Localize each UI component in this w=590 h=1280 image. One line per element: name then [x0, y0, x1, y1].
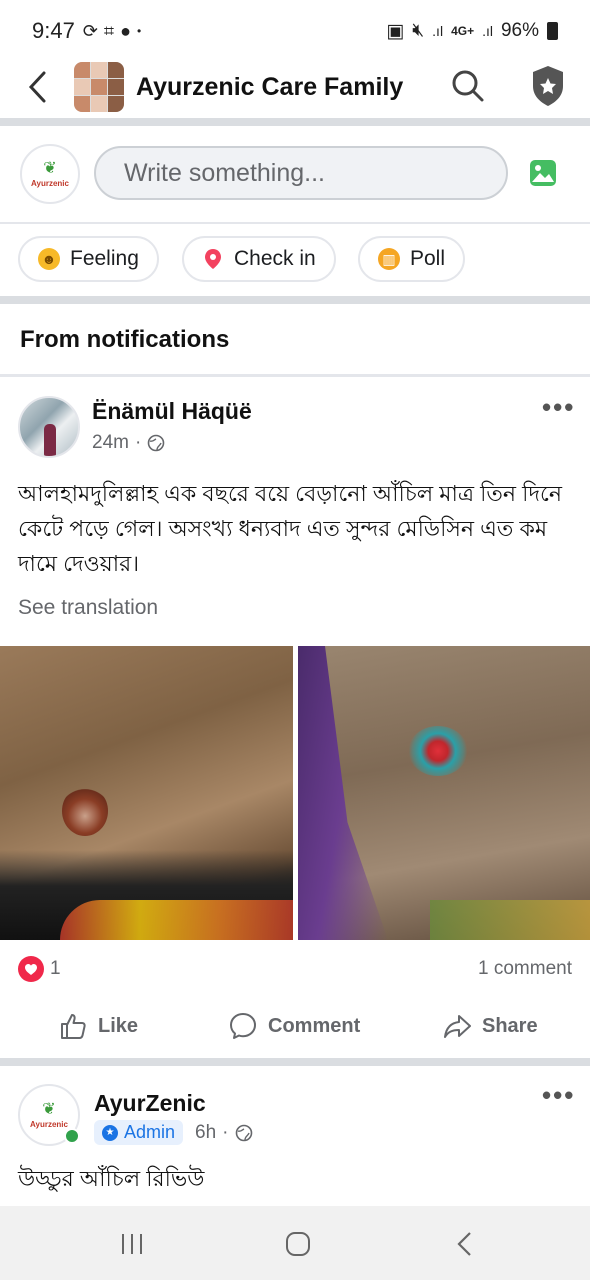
like-button[interactable]: Like: [58, 1006, 138, 1046]
share-button[interactable]: Share: [442, 1006, 538, 1046]
post-time[interactable]: 24m: [92, 432, 129, 454]
network-type: 4G+: [451, 24, 475, 38]
status-time: 9:47: [32, 18, 75, 43]
recent-apps-button[interactable]: [112, 1226, 152, 1262]
recents-icon: [122, 1234, 142, 1254]
divider: [0, 296, 590, 304]
divider: [0, 222, 590, 224]
admin-label: Admin: [124, 1122, 176, 1142]
check-in-button[interactable]: Check in: [182, 236, 336, 282]
comment-bubble-icon: [230, 1013, 256, 1039]
home-button[interactable]: [278, 1226, 318, 1262]
admin-badge: ★ Admin: [94, 1120, 184, 1145]
admin-star-icon: ★: [102, 1124, 118, 1141]
divider: [0, 374, 590, 377]
chevron-left-icon: [28, 71, 46, 103]
divider: [0, 1058, 590, 1066]
post-text: আলহামদুলিল্লাহ এক বছরে বয়ে বেড়ানো আঁচি…: [18, 481, 562, 576]
write-something-input[interactable]: Write something...: [94, 146, 508, 200]
mute-icon: 🔇︎: [412, 20, 425, 41]
divider: [0, 118, 590, 126]
battery-icon: [547, 22, 558, 40]
admin-shield-icon[interactable]: [530, 64, 566, 108]
feeling-label: Feeling: [70, 247, 139, 270]
page-avatar[interactable]: ❦ Ayurzenic: [18, 1084, 80, 1146]
post-actions: Like Comment Share: [0, 1006, 590, 1050]
post-photo-after[interactable]: [298, 646, 590, 940]
post-author[interactable]: Ënämül Häqüë: [92, 398, 252, 425]
location-pin-icon: [202, 248, 224, 270]
search-icon[interactable]: [448, 66, 488, 106]
see-translation-link[interactable]: See translation: [18, 596, 158, 620]
love-reaction-icon: [18, 956, 44, 982]
share-label: Share: [482, 1014, 538, 1037]
comment-count-link[interactable]: 1 comment: [478, 958, 572, 980]
feeling-button[interactable]: ☻ Feeling: [18, 236, 159, 282]
group-cover-thumbnail[interactable]: [74, 62, 124, 112]
poll-button[interactable]: ▥ Poll: [358, 236, 466, 282]
sync-icon: ⟳: [82, 20, 98, 41]
post-meta: 24m ·: [92, 432, 165, 454]
system-navigation-bar: [0, 1206, 590, 1280]
more-options-icon[interactable]: •••: [542, 392, 575, 423]
status-bar: 9:47 ⟳ ⌗ ● • ▣ 🔇︎ .ıl 4G+ .ıl 96%: [0, 0, 590, 62]
share-arrow-icon: [444, 1015, 471, 1038]
author-avatar[interactable]: [18, 396, 80, 458]
globe-icon: [235, 1124, 252, 1141]
signal-icon: .ıl: [432, 23, 444, 39]
reaction-summary[interactable]: 1: [18, 956, 61, 982]
logo-text: Ayurzenic: [31, 178, 69, 188]
signal-icon-2: .ıl: [482, 23, 493, 39]
thumbs-up-icon: [61, 1014, 86, 1039]
battery-percent: 96%: [500, 20, 539, 41]
globe-icon: [147, 434, 165, 452]
whatsapp-icon: ●: [120, 20, 131, 41]
reaction-count: 1: [50, 958, 61, 979]
section-title: From notifications: [20, 326, 230, 353]
back-arrow-icon: [457, 1232, 471, 1256]
check-in-label: Check in: [234, 247, 316, 270]
back-nav-button[interactable]: [444, 1226, 484, 1262]
group-header: Ayurzenic Care Family: [0, 58, 590, 116]
more-options-icon[interactable]: •••: [542, 1080, 575, 1111]
post-time[interactable]: 6h: [195, 1122, 216, 1144]
post-photo-before[interactable]: [0, 646, 293, 940]
smiley-icon: ☻: [38, 248, 60, 270]
comment-label: Comment: [268, 1014, 361, 1037]
poll-label: Poll: [410, 247, 446, 270]
post-meta: ★ Admin 6h ·: [94, 1120, 253, 1145]
screenshot-icon: ⌗: [103, 20, 115, 41]
online-status-dot: [64, 1128, 80, 1144]
poll-icon: ▥: [378, 248, 400, 270]
photo-icon[interactable]: [528, 158, 558, 188]
back-button[interactable]: [0, 70, 74, 104]
like-label: Like: [98, 1014, 139, 1037]
comment-button[interactable]: Comment: [228, 1006, 360, 1046]
lock-icon: ▣: [386, 20, 405, 42]
dot-icon: •: [136, 24, 142, 38]
notification-icons: ⟳ ⌗ ● •: [83, 21, 141, 42]
home-icon: [286, 1232, 310, 1256]
leaf-logo-icon: ❦: [42, 1100, 56, 1118]
logo-text: Ayurzenic: [30, 1119, 68, 1129]
leaf-logo-icon: ❦: [43, 159, 57, 177]
my-avatar[interactable]: ❦ Ayurzenic: [20, 144, 80, 204]
post-text: উড্ডুর আঁচিল রিভিউ: [18, 1166, 205, 1191]
post-author[interactable]: AyurZenic: [94, 1090, 206, 1117]
group-title[interactable]: Ayurzenic Care Family: [136, 73, 403, 102]
post-composer: ❦ Ayurzenic Write something...: [0, 130, 590, 220]
